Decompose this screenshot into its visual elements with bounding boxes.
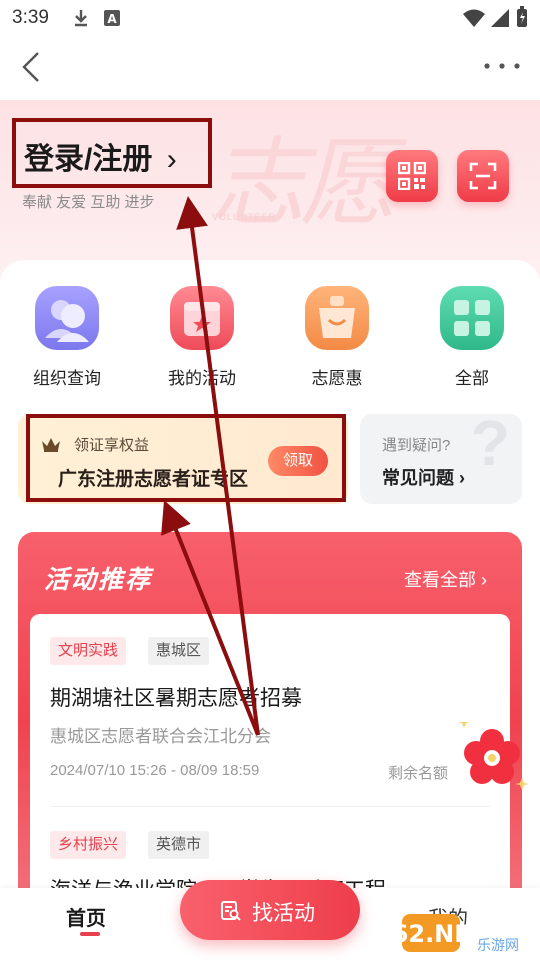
faq-main: 常见问题 › <box>382 468 465 488</box>
grid-item-my-activity[interactable]: 我的活动 <box>147 286 257 389</box>
grid-item-all[interactable]: 全部 <box>417 286 527 389</box>
find-activity-button[interactable]: 找活动 <box>180 880 360 940</box>
org-icon <box>35 286 99 350</box>
grid-label-all: 全部 <box>455 369 489 388</box>
tab-home[interactable]: 首页 <box>66 902 106 931</box>
faq-sub: 遇到疑问? <box>382 437 451 454</box>
question-mark-icon: ? <box>470 414 510 479</box>
grid-label-my-activity: 我的活动 <box>168 369 236 388</box>
find-activity-label: 找活动 <box>252 902 315 925</box>
login-annotation-box <box>12 118 212 188</box>
search-doc-icon <box>221 901 241 921</box>
view-all-link[interactable]: 查看全部 › <box>404 566 487 592</box>
activity-title[interactable]: 期湖塘社区暑期志愿者招募 <box>50 682 302 712</box>
recommend-title: 活动推荐 <box>44 566 153 594</box>
activity-time: 2024/07/10 15:26 - 08/09 18:59 <box>50 762 260 779</box>
status-bar: 3:39 A <box>0 0 540 36</box>
qr-code-button[interactable] <box>386 150 438 202</box>
activity-divider <box>50 806 490 807</box>
activity-tag: 乡村振兴 <box>50 831 127 859</box>
grid-item-org-query[interactable]: 组织查询 <box>12 286 122 389</box>
bag-icon <box>305 286 369 350</box>
hero-watermark: 志愿 <box>210 127 396 239</box>
svg-text:A: A <box>107 12 117 26</box>
calendar-icon <box>170 286 234 350</box>
signal-icon <box>491 9 509 27</box>
watermark-logo-sub: 乐游网 <box>477 938 519 954</box>
activity-remain: 剩余名额 <box>388 765 449 782</box>
app-a-icon: A <box>104 10 120 26</box>
activity-tag: 文明实践 <box>50 637 127 665</box>
back-arrow-icon[interactable] <box>18 50 52 84</box>
grid-icon <box>440 286 504 350</box>
top-bar <box>0 36 540 100</box>
download-icon <box>75 10 87 27</box>
grid-item-volunteer-perks[interactable]: 志愿惠 <box>282 286 392 389</box>
scan-icon <box>469 162 497 190</box>
activity-tag: 英德市 <box>148 831 210 859</box>
tab-home-indicator <box>80 932 100 936</box>
activity-org: 惠城区志愿者联合会江北分会 <box>50 727 271 746</box>
qr-code-icon <box>398 162 426 190</box>
status-time: 3:39 <box>12 7 49 28</box>
activity-tag: 惠城区 <box>148 637 210 665</box>
faq-card[interactable]: ? 遇到疑问? 常见问题 › <box>360 414 522 504</box>
grid-label-org-query: 组织查询 <box>33 369 101 388</box>
cert-annotation-box <box>26 414 346 502</box>
watermark-logo-text: 962.NET <box>400 920 488 948</box>
battery-icon <box>517 6 527 27</box>
site-watermark-logo: 962.NET 乐游网 <box>400 914 519 954</box>
wifi-icon <box>463 9 485 27</box>
scan-button[interactable] <box>457 150 509 202</box>
hero-watermark-sub: VOLUNTEER <box>212 212 277 222</box>
flower-sticker-icon[interactable] <box>458 722 528 802</box>
slogan-text: 奉献 友爱 互助 进步 <box>22 194 155 211</box>
more-options-icon[interactable] <box>482 58 522 74</box>
grid-label-volunteer-perks: 志愿惠 <box>311 369 363 388</box>
